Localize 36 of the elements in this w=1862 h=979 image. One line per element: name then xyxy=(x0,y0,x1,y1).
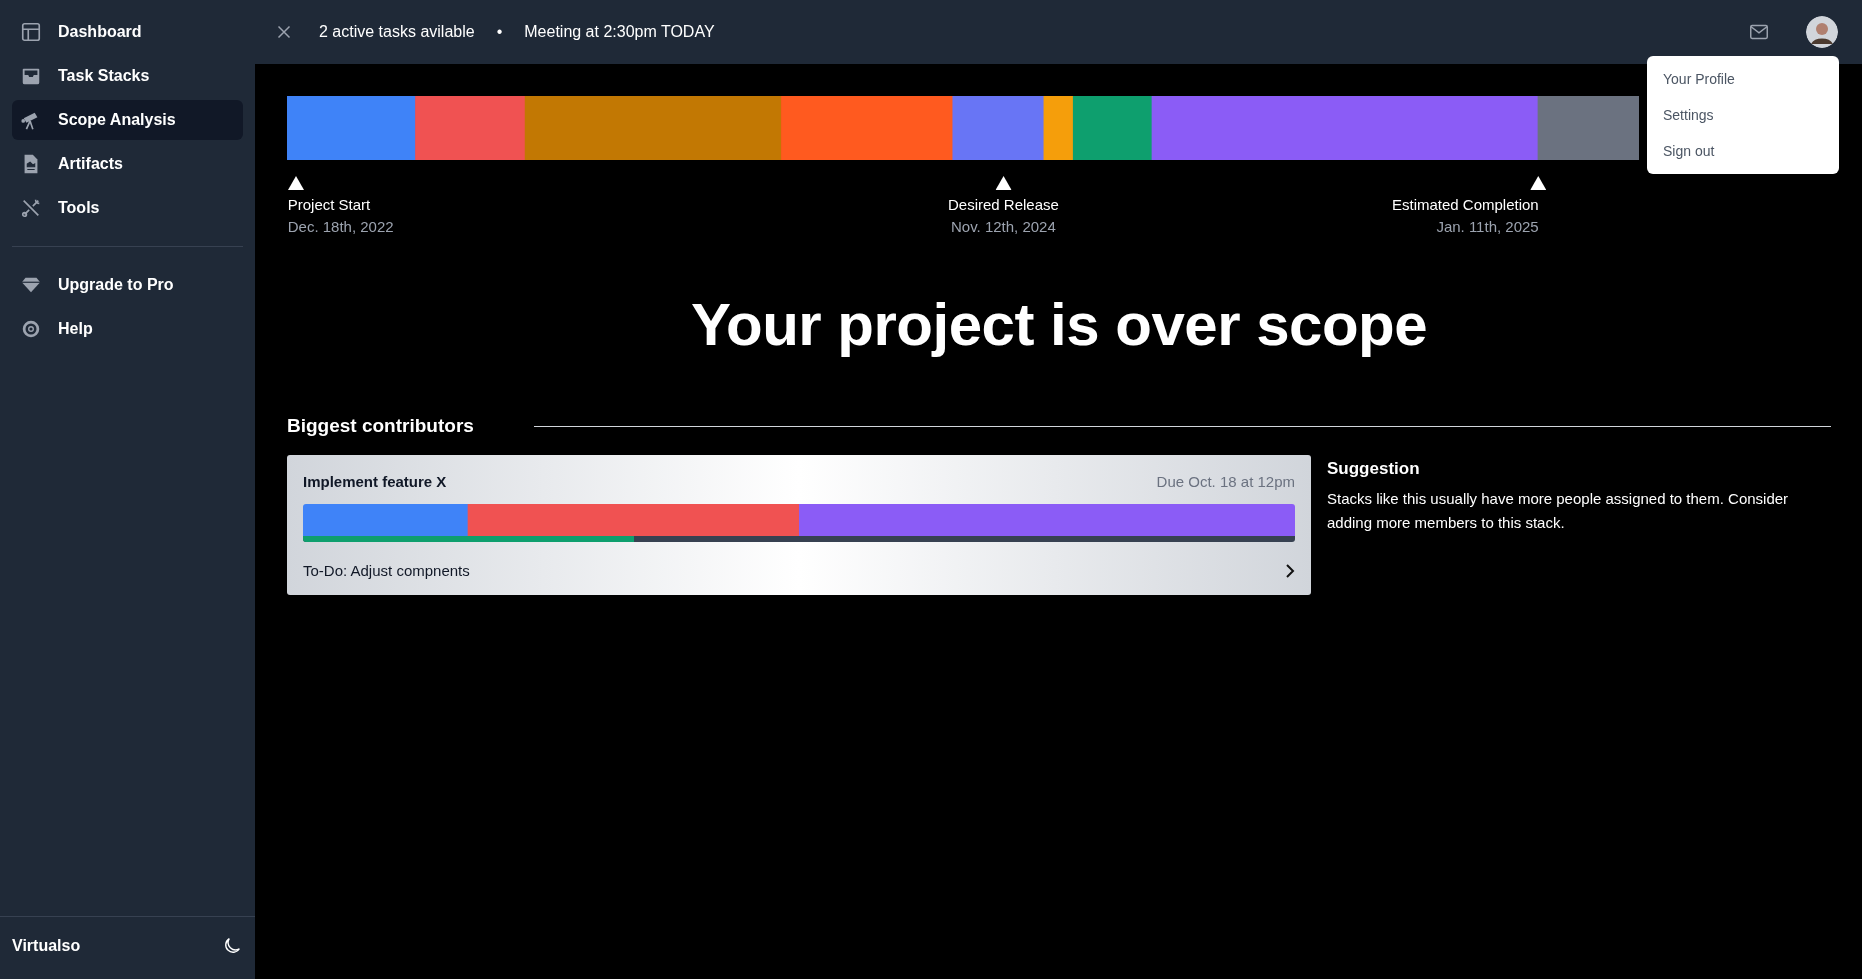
milestone-marker-icon xyxy=(287,176,304,190)
headline: Your project is over scope xyxy=(689,290,1429,359)
notice-text: 2 active tasks avilable xyxy=(319,23,475,41)
milestone-date: Nov. 12th, 2024 xyxy=(951,217,1056,237)
sidebar-item[interactable]: Tools xyxy=(12,188,243,228)
sidebar-item[interactable]: Dashboard xyxy=(12,12,243,52)
card-title: Implement feature X xyxy=(303,473,447,490)
todo-text: To-Do: Adjust compnents xyxy=(303,562,470,579)
sidebar-item[interactable]: Task Stacks xyxy=(12,56,243,96)
section-title: Biggest contributors xyxy=(287,415,474,437)
sidebar-item[interactable]: Upgrade to Pro xyxy=(12,265,243,305)
suggestion-title: Suggestion xyxy=(1327,459,1421,479)
milestone-marker-icon xyxy=(1530,176,1547,190)
milestone-label: Project Start xyxy=(287,195,371,215)
milestone-date: Dec. 18th, 2022 xyxy=(287,217,394,237)
sidebar-item[interactable]: Artifacts xyxy=(12,144,243,184)
notice-text: • xyxy=(496,23,503,41)
menu-item[interactable]: Settings xyxy=(1647,97,1839,133)
avatar[interactable] xyxy=(1806,16,1838,48)
suggestion-text: Stacks like this usually have more people assigned to them. Consider adding more members to this stack. xyxy=(1327,489,1790,533)
sidebar-item[interactable]: Scope Analysis xyxy=(12,100,243,140)
milestone-date: Jan. 11th, 2025 xyxy=(1436,217,1539,237)
sidebar-item[interactable]: Help xyxy=(12,309,243,349)
menu-item[interactable]: Your Profile xyxy=(1647,61,1839,97)
menu-item[interactable]: Sign out xyxy=(1647,133,1839,169)
milestone-marker-icon xyxy=(995,176,1012,190)
notice-text: Meeting at 2:30pm TODAY xyxy=(524,23,715,41)
dashboard-icon xyxy=(20,21,42,43)
brand-name: Virtualso xyxy=(12,937,81,955)
lifebuoy-icon xyxy=(20,318,42,340)
contributor-card[interactable]: Implement feature X Due Oct. 18 at 12pm To-Do: Adjust compnents xyxy=(287,455,1311,595)
tools-icon xyxy=(20,197,42,219)
milestone-label: Desired Release xyxy=(947,195,1059,215)
milestone-label: Estimated Completion xyxy=(1391,195,1539,215)
chevron-right-icon xyxy=(1285,562,1295,579)
due-date: Due Oct. 18 at 12pm xyxy=(1156,473,1295,490)
